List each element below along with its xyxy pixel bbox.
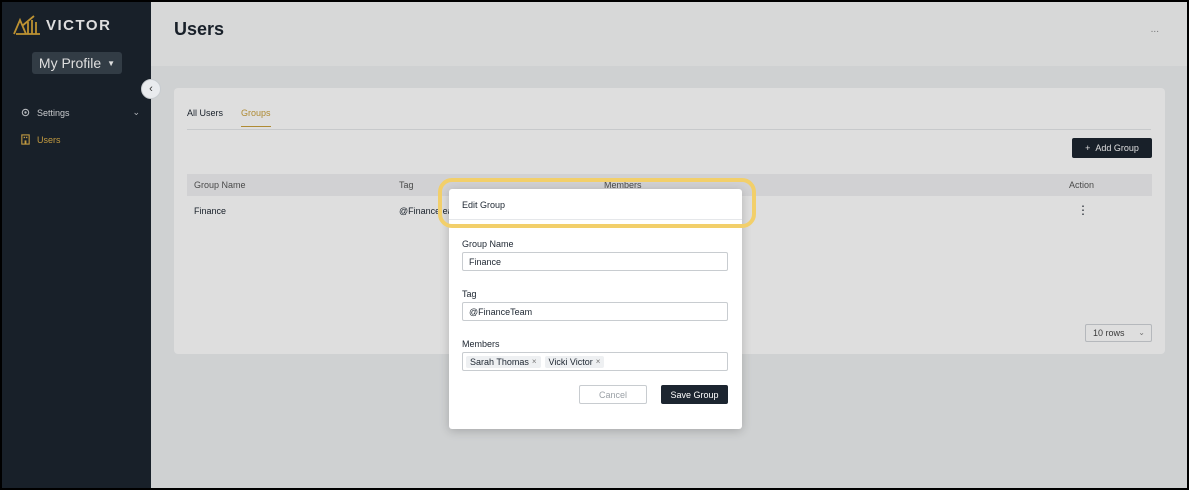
cancel-button[interactable]: Cancel [579, 385, 647, 404]
member-chip-label: Vicki Victor [548, 356, 593, 367]
member-chip: Vicki Victor × [544, 355, 605, 368]
members-label: Members [462, 339, 500, 349]
save-group-button[interactable]: Save Group [661, 385, 728, 404]
group-name-input[interactable]: Finance [462, 252, 728, 271]
tag-value: @FinanceTeam [469, 306, 533, 317]
collapse-sidebar-button[interactable]: ‹ [141, 79, 161, 99]
member-chip-label: Sarah Thomas [470, 356, 529, 367]
member-chip: Sarah Thomas × [466, 355, 541, 368]
chevron-left-icon: ‹ [149, 83, 153, 95]
group-name-label: Group Name [462, 239, 514, 249]
group-name-value: Finance [469, 256, 502, 267]
remove-member-icon[interactable]: × [532, 357, 537, 366]
remove-member-icon[interactable]: × [596, 357, 601, 366]
tag-label: Tag [462, 289, 477, 299]
highlight-ring [438, 178, 756, 228]
tag-input[interactable]: @FinanceTeam [462, 302, 728, 321]
app-window: VICTOR My Profile ▼ Settings ⌄ Users ‹ U… [2, 2, 1187, 488]
members-input[interactable]: Sarah Thomas × Vicki Victor × [462, 352, 728, 371]
